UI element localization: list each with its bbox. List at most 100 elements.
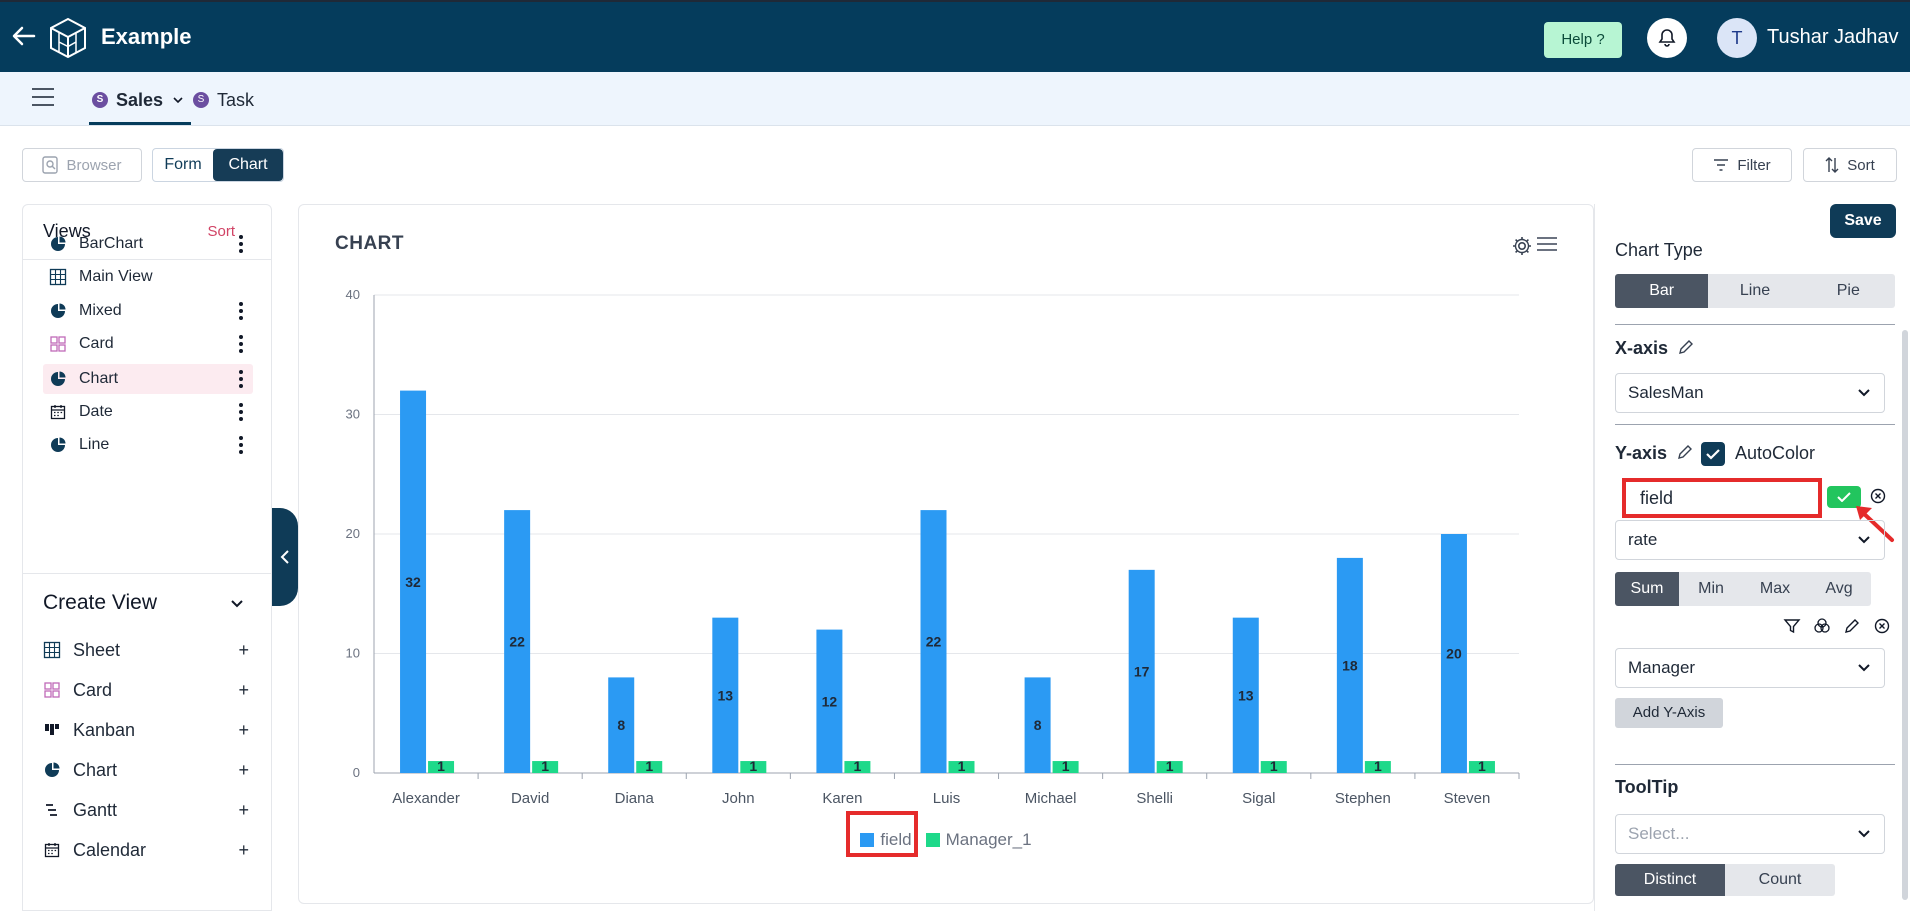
x-axis-label: X-axis [1615,338,1695,359]
plus-icon[interactable]: + [238,680,249,701]
chevron-down-icon [1858,389,1870,397]
gantt-icon [43,801,61,819]
aggregation-avg[interactable]: Avg [1807,572,1871,606]
view-item-date[interactable]: Date [43,397,253,427]
data-label: 17 [1134,663,1150,679]
data-label: 32 [405,574,421,590]
pencil-icon[interactable] [1677,338,1695,356]
data-label: 8 [617,717,625,733]
tooltip-mode-count[interactable]: Count [1725,864,1835,896]
user-name[interactable]: Tushar Jadhav [1767,26,1899,49]
add-y-axis-button[interactable]: Add Y-Axis [1615,698,1723,728]
back-arrow-icon[interactable] [10,22,38,50]
tooltip-label: ToolTip [1615,777,1679,797]
tab-badge: S [193,92,209,108]
help-button[interactable]: Help ? [1544,22,1622,58]
chart-legend: field Manager_1 [299,825,1593,855]
view-item-chart[interactable]: Chart [43,364,253,394]
create-view-chart[interactable]: Chart + [43,755,253,785]
tab-bar: S Sales S Task [0,72,1910,126]
form-chart-toggle: Form Chart [152,148,284,182]
divider [23,259,271,260]
chevron-down-icon [1858,830,1870,838]
aggregation-max[interactable]: Max [1743,572,1807,606]
kebab-menu-icon[interactable] [239,335,243,353]
chart-toggle-button[interactable]: Chart [213,149,283,181]
collapse-panel-button[interactable] [272,508,298,606]
create-view-sheet[interactable]: Sheet + [43,635,253,665]
views-panel: Views Sort BarChart Main View Mixed Card Cha… [22,204,272,911]
chart-type-line[interactable]: Line [1708,274,1802,308]
autocolor-label: AutoColor [1735,443,1816,463]
plus-icon[interactable]: + [238,640,249,661]
view-item-card[interactable]: Card [43,329,253,359]
sort-button[interactable]: Sort [1803,148,1897,182]
kebab-menu-icon[interactable] [239,235,243,253]
sort-arrows-icon [1825,157,1839,173]
filter-button[interactable]: Filter [1692,148,1792,182]
pie-icon [49,302,67,320]
tooltip-mode-distinct[interactable]: Distinct [1615,864,1725,896]
plus-icon[interactable]: + [238,720,249,741]
browser-label: Browser [66,156,122,174]
x-tick-label: Karen [822,790,862,807]
funnel-icon[interactable] [1782,616,1802,636]
view-item-line[interactable]: Line [43,430,253,460]
form-toggle-button[interactable]: Form [153,149,213,181]
tab-task[interactable]: S Task [193,86,254,114]
x-axis-select[interactable]: SalesMan [1615,373,1885,413]
view-item-barchart[interactable]: BarChart [43,229,253,259]
plus-icon[interactable]: + [238,760,249,781]
close-circle-icon[interactable] [1872,616,1892,636]
x-tick-label: Alexander [392,790,460,807]
plus-icon[interactable]: + [238,800,249,821]
chevron-down-icon[interactable] [231,595,243,611]
autocolor-checkbox[interactable] [1701,442,1725,466]
view-item-mixed[interactable]: Mixed [43,296,253,326]
data-label: 1 [645,758,653,774]
view-item-label: Date [79,403,113,420]
divider [1615,324,1895,325]
tooltip-select[interactable]: Select... [1615,814,1885,854]
chart-type-pie[interactable]: Pie [1801,274,1895,308]
group-select[interactable]: Manager [1615,648,1885,688]
data-label: 1 [854,758,862,774]
avatar[interactable]: T [1717,18,1757,58]
plus-icon[interactable]: + [238,840,249,861]
view-item-label: Mixed [79,302,122,319]
color-palette-icon[interactable] [1812,616,1832,636]
tab-label: Task [217,89,255,110]
create-view-kanban[interactable]: Kanban + [43,715,253,745]
data-label: 1 [1270,758,1278,774]
kebab-menu-icon[interactable] [239,302,243,320]
x-axis-value: SalesMan [1628,383,1704,402]
pencil-icon[interactable] [1842,616,1862,636]
settings-scrollbar[interactable] [1902,330,1908,900]
chart-card: CHART 0 10 20 30 40 Alexander 32 1 David 22 1 Diana… [298,204,1594,904]
y-field-select[interactable]: rate [1615,520,1885,560]
save-button[interactable]: Save [1830,204,1896,238]
browser-button[interactable]: Browser [22,148,142,182]
x-tick-label: Diana [615,790,655,807]
kebab-menu-icon[interactable] [239,370,243,388]
create-view-gantt[interactable]: Gantt + [43,795,253,825]
aggregation-min[interactable]: Min [1679,572,1743,606]
y-axis-name-input[interactable]: field [1622,478,1822,518]
create-view-title: Create View [43,591,158,614]
create-view-card[interactable]: Card + [43,675,253,705]
kebab-menu-icon[interactable] [239,403,243,421]
chevron-down-icon[interactable] [173,93,183,107]
tab-sales[interactable]: S Sales [92,86,183,114]
kebab-menu-icon[interactable] [239,436,243,454]
chart-type-bar[interactable]: Bar [1615,274,1709,308]
notification-bell-icon[interactable] [1647,18,1687,58]
hamburger-menu-icon[interactable] [32,88,54,106]
aggregation-sum[interactable]: Sum [1615,572,1679,606]
view-item-main-view[interactable]: Main View [43,262,253,292]
create-view-calendar[interactable]: Calendar + [43,835,253,865]
data-label: 18 [1342,657,1358,673]
create-view-label: Gantt [73,799,118,820]
legend-item-manager[interactable]: Manager_1 [925,830,1032,850]
pencil-icon[interactable] [1676,443,1694,461]
divider [23,573,271,574]
